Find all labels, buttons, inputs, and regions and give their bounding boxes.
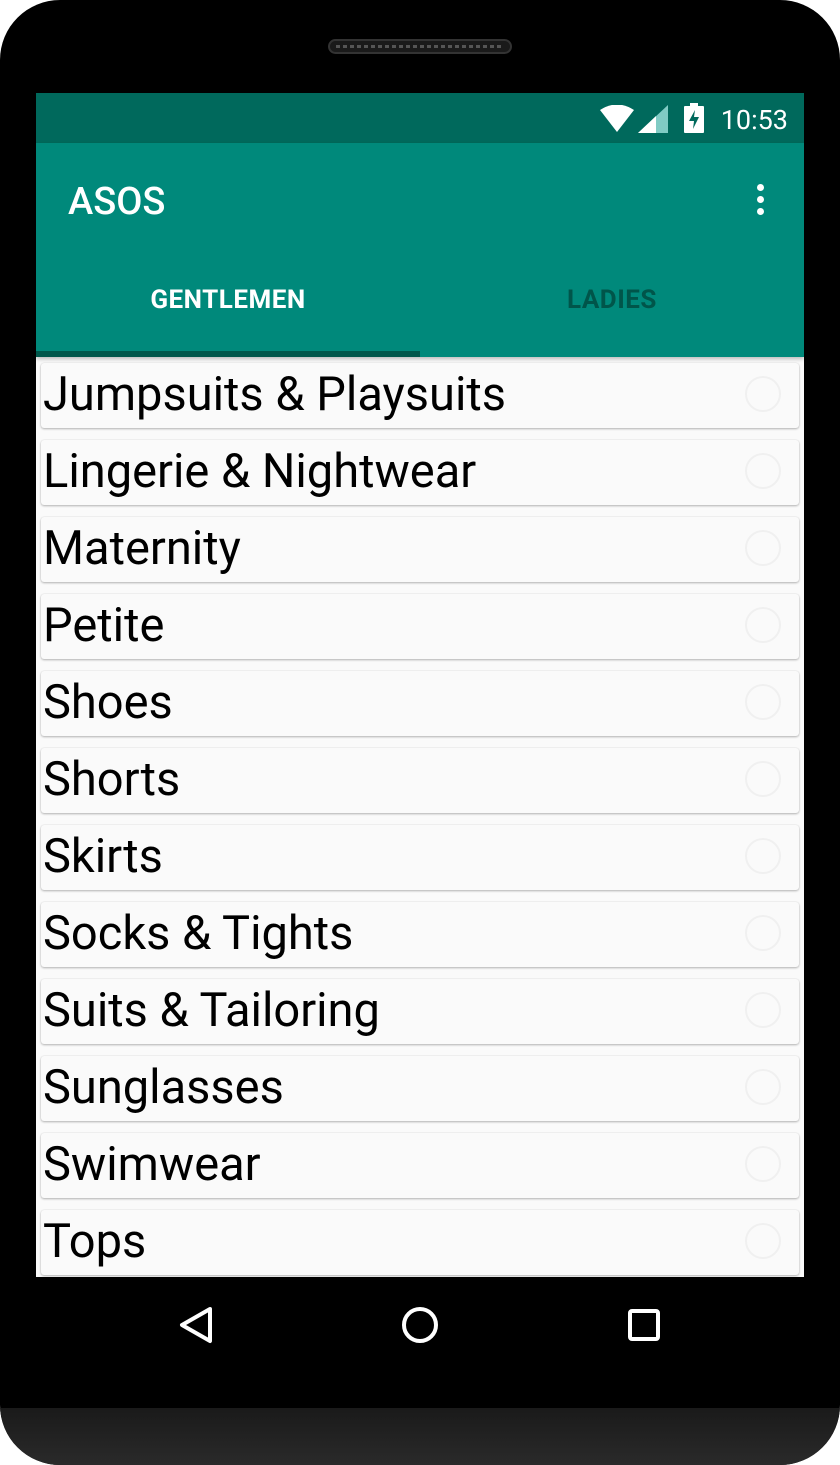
category-label: Skirts bbox=[43, 829, 163, 884]
signal-icon bbox=[638, 105, 668, 133]
category-label: Shorts bbox=[43, 752, 181, 807]
speaker-grille bbox=[328, 39, 512, 54]
radio-button[interactable] bbox=[745, 1069, 781, 1105]
category-item-lingerie-nightwear[interactable]: Lingerie & Nightwear bbox=[41, 440, 799, 505]
wifi-icon bbox=[600, 105, 634, 132]
category-label: Socks & Tights bbox=[43, 906, 354, 961]
radio-button[interactable] bbox=[745, 1146, 781, 1182]
category-label: Sunglasses bbox=[43, 1060, 284, 1115]
category-list[interactable]: Jumpsuits & Playsuits Lingerie & Nightwe… bbox=[41, 363, 799, 1277]
recents-icon[interactable] bbox=[614, 1297, 674, 1353]
radio-button[interactable] bbox=[745, 761, 781, 797]
overflow-menu-icon[interactable] bbox=[742, 177, 778, 221]
device-frame: 10:53 ASOS GENTLEMEN LADIES Jumpsuits & … bbox=[0, 0, 840, 1465]
device-chin bbox=[0, 1408, 840, 1465]
tab-ladies[interactable]: LADIES bbox=[420, 243, 804, 357]
radio-button[interactable] bbox=[745, 915, 781, 951]
tab-indicator bbox=[36, 351, 420, 357]
category-label: Shoes bbox=[43, 675, 173, 730]
category-item-skirts[interactable]: Skirts bbox=[41, 825, 799, 890]
radio-button[interactable] bbox=[745, 453, 781, 489]
radio-button[interactable] bbox=[745, 1223, 781, 1259]
radio-button[interactable] bbox=[745, 607, 781, 643]
tab-gentlemen-label: GENTLEMEN bbox=[150, 285, 306, 315]
category-item-tops[interactable]: Tops bbox=[41, 1210, 799, 1275]
category-item-shorts[interactable]: Shorts bbox=[41, 748, 799, 813]
category-item-maternity[interactable]: Maternity bbox=[41, 517, 799, 582]
radio-button[interactable] bbox=[745, 838, 781, 874]
battery-charging-icon bbox=[684, 103, 704, 133]
app-bar: ASOS GENTLEMEN LADIES bbox=[36, 143, 804, 357]
navigation-bar bbox=[0, 1277, 840, 1373]
category-label: Swimwear bbox=[43, 1137, 261, 1192]
category-label: Tops bbox=[43, 1214, 147, 1269]
category-item-socks-tights[interactable]: Socks & Tights bbox=[41, 902, 799, 967]
category-label: Maternity bbox=[43, 521, 241, 576]
category-item-swimwear[interactable]: Swimwear bbox=[41, 1133, 799, 1198]
category-item-petite[interactable]: Petite bbox=[41, 594, 799, 659]
radio-button[interactable] bbox=[745, 530, 781, 566]
tab-gentlemen[interactable]: GENTLEMEN bbox=[36, 243, 420, 357]
category-label: Suits & Tailoring bbox=[43, 983, 380, 1038]
category-label: Lingerie & Nightwear bbox=[43, 444, 477, 499]
radio-button[interactable] bbox=[745, 376, 781, 412]
category-item-suits-tailoring[interactable]: Suits & Tailoring bbox=[41, 979, 799, 1044]
back-icon[interactable] bbox=[166, 1297, 226, 1353]
radio-button[interactable] bbox=[745, 684, 781, 720]
tab-ladies-label: LADIES bbox=[567, 285, 657, 315]
category-item-sunglasses[interactable]: Sunglasses bbox=[41, 1056, 799, 1121]
category-item-jumpsuits-playsuits[interactable]: Jumpsuits & Playsuits bbox=[41, 363, 799, 428]
radio-button[interactable] bbox=[745, 992, 781, 1028]
category-label: Jumpsuits & Playsuits bbox=[43, 367, 507, 422]
category-item-shoes[interactable]: Shoes bbox=[41, 671, 799, 736]
category-label: Petite bbox=[43, 598, 165, 653]
screen: 10:53 ASOS GENTLEMEN LADIES Jumpsuits & … bbox=[36, 93, 804, 1277]
home-icon[interactable] bbox=[390, 1297, 450, 1353]
status-time: 10:53 bbox=[720, 104, 788, 136]
status-bar: 10:53 bbox=[36, 93, 804, 143]
app-title: ASOS bbox=[68, 180, 166, 224]
